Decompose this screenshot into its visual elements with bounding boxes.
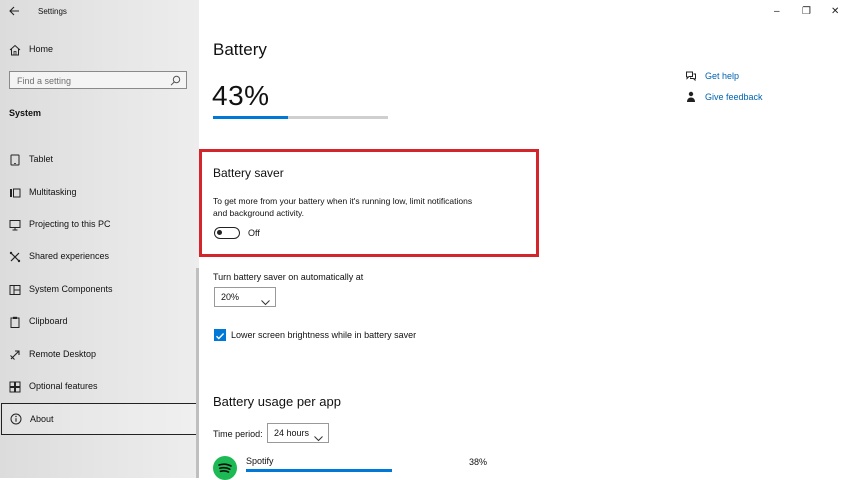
search-input[interactable]: Find a setting <box>9 71 187 89</box>
app-usage-bar <box>246 469 421 472</box>
sidebar-item-label: Remote Desktop <box>29 349 97 359</box>
battery-saver-toggle[interactable] <box>214 227 240 239</box>
shared-experiences-icon <box>9 251 21 263</box>
sidebar-item-label: Shared experiences <box>29 251 110 261</box>
time-period-select[interactable]: 24 hours <box>267 423 329 443</box>
remote-desktop-icon <box>9 349 21 361</box>
app-name: Spotify <box>246 456 274 466</box>
select-value: 24 hours <box>274 428 310 438</box>
about-icon <box>10 413 22 425</box>
time-period-label: Time period: <box>213 429 263 439</box>
spotify-icon <box>213 456 237 480</box>
sidebar-item-label: Optional features <box>29 381 98 391</box>
app-usage-percent: 38% <box>469 457 488 467</box>
lower-brightness-label: Lower screen brightness while in battery… <box>231 330 417 340</box>
tablet-icon <box>9 154 21 166</box>
lower-brightness-checkbox[interactable] <box>214 329 226 341</box>
sidebar-item-label: About <box>30 414 54 424</box>
sidebar-item-projecting[interactable]: Projecting to this PC <box>0 212 199 238</box>
app-usage-fill <box>246 469 393 472</box>
chevron-down-icon <box>314 429 323 447</box>
sidebar-item-home[interactable]: Home <box>0 37 199 63</box>
minimize-button[interactable]: – <box>774 6 780 17</box>
app-row-spotify[interactable]: Spotify 38% <box>213 454 493 480</box>
sidebar-item-multitasking[interactable]: Multitasking <box>0 180 199 206</box>
search-icon <box>170 75 181 86</box>
battery-saver-description: To get more from your battery when it's … <box>213 196 473 206</box>
chevron-down-icon <box>261 293 270 311</box>
sidebar-item-label: Clipboard <box>29 316 68 326</box>
sidebar-item-label: Projecting to this PC <box>29 219 111 229</box>
get-help-link[interactable]: Get help <box>705 71 739 81</box>
section-title-system: System <box>9 108 42 118</box>
give-feedback-icon <box>685 91 697 103</box>
sidebar-item-label: Tablet <box>29 154 54 164</box>
sidebar-item-label: System Components <box>29 284 113 294</box>
sidebar-item-label: Home <box>29 44 54 54</box>
battery-saver-toggle-state: Off <box>248 228 260 238</box>
sidebar-item-tablet[interactable]: Tablet <box>0 147 199 173</box>
battery-level-fill <box>213 116 289 119</box>
clipboard-icon <box>9 316 21 328</box>
projecting-icon <box>9 219 21 231</box>
give-feedback-link[interactable]: Give feedback <box>705 92 763 102</box>
battery-saver-title: Battery saver <box>213 166 284 180</box>
battery-level-bar <box>213 116 388 119</box>
sidebar-item-label: Multitasking <box>29 187 77 197</box>
sidebar-item-clipboard[interactable]: Clipboard <box>0 309 199 335</box>
sidebar-item-remote-desktop[interactable]: Remote Desktop <box>0 342 199 368</box>
sidebar-item-shared-experiences[interactable]: Shared experiences <box>0 244 199 270</box>
back-arrow-icon[interactable] <box>9 6 20 16</box>
auto-on-threshold-select[interactable]: 20% <box>214 287 276 307</box>
auto-on-label: Turn battery saver on automatically at <box>213 272 364 282</box>
optional-features-icon <box>9 381 21 393</box>
home-icon <box>9 44 21 56</box>
system-components-icon <box>9 284 21 296</box>
toggle-knob <box>217 230 222 235</box>
main-content: – ❐ ✕ Battery 43% Battery saver To get m… <box>199 0 850 480</box>
usage-section-title: Battery usage per app <box>213 394 341 409</box>
close-button[interactable]: ✕ <box>831 6 839 17</box>
sidebar: Settings Home Find a setting System Tabl… <box>0 0 199 478</box>
get-help-icon <box>685 70 697 82</box>
sidebar-item-about[interactable]: About <box>1 403 198 435</box>
battery-percent: 43% <box>212 80 270 111</box>
restore-button[interactable]: ❐ <box>802 6 811 17</box>
multitasking-icon <box>9 187 21 199</box>
sidebar-item-system-components[interactable]: System Components <box>0 277 199 303</box>
battery-saver-description-line2: and background activity. <box>213 208 305 218</box>
checkmark-icon <box>216 333 225 340</box>
select-value: 20% <box>221 292 240 302</box>
sidebar-item-optional-features[interactable]: Optional features <box>0 374 199 400</box>
search-placeholder: Find a setting <box>17 76 72 86</box>
page-title: Battery <box>213 40 267 59</box>
window-title: Settings <box>38 7 67 16</box>
